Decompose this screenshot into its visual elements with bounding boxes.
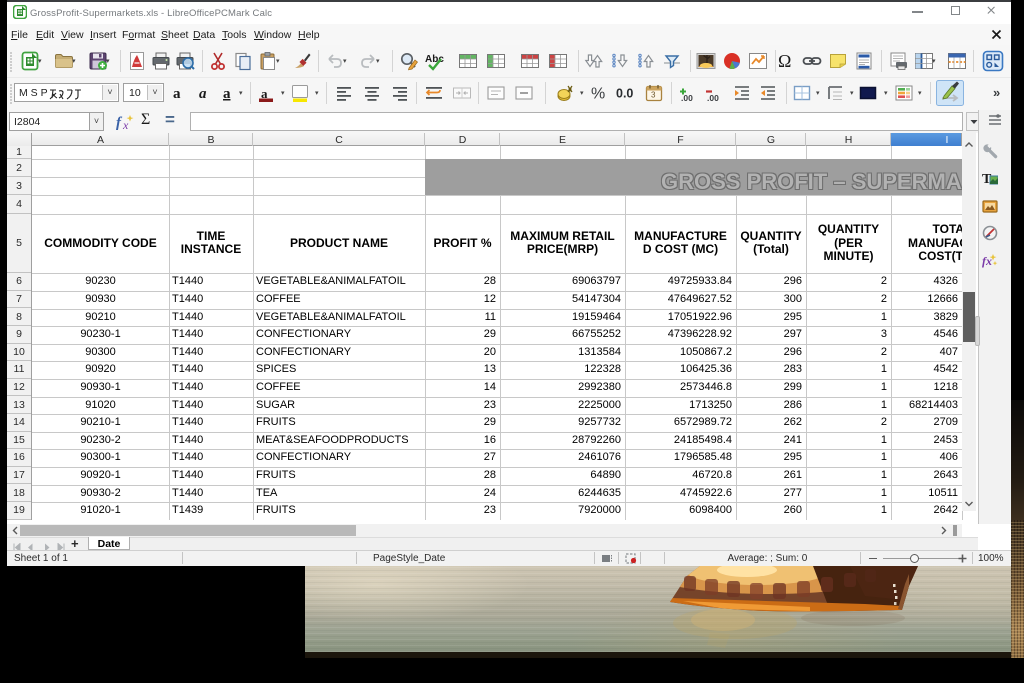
svg-text:a: a: [199, 86, 207, 102]
svg-text:3: 3: [651, 91, 656, 100]
svg-text:x: x: [122, 118, 129, 132]
svg-text:.00: .00: [707, 93, 719, 103]
svg-text:f: f: [116, 115, 123, 131]
svg-text:fx: fx: [982, 254, 992, 268]
svg-text:a: a: [223, 86, 231, 102]
svg-text:Ω: Ω: [778, 51, 791, 71]
svg-text:.00: .00: [681, 93, 693, 103]
svg-text:a: a: [173, 86, 181, 102]
svg-text:0.0: 0.0: [616, 87, 633, 101]
svg-text:%: %: [591, 86, 605, 103]
